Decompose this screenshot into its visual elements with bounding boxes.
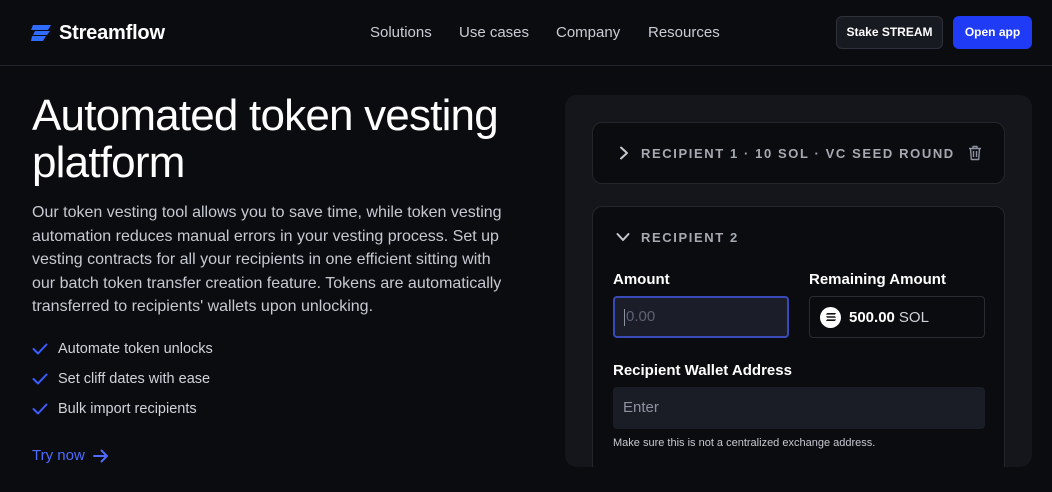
feature-label: Bulk import recipients: [58, 401, 197, 417]
solana-icon: [820, 306, 841, 328]
remaining-amount-unit: SOL: [898, 308, 929, 326]
arrow-right-icon: [92, 449, 108, 462]
try-now-link[interactable]: Try now: [32, 447, 109, 464]
feature-label: Automate token unlocks: [58, 341, 213, 357]
chevron-right-icon[interactable]: [619, 146, 629, 160]
hero-title: Automated token vesting platform: [32, 92, 532, 186]
check-icon: [32, 403, 48, 415]
hero-description: Our token vesting tool allows you to sav…: [32, 204, 502, 315]
hero-title-line1: Automated token vesting: [32, 91, 499, 140]
feature-item: Bulk import recipients: [32, 394, 213, 424]
nav-item-solutions[interactable]: Solutions: [370, 24, 432, 41]
trash-icon[interactable]: [968, 145, 982, 161]
chevron-down-icon[interactable]: [616, 232, 630, 242]
hero-title-line2: platform: [32, 138, 185, 187]
nav-item-company[interactable]: Company: [556, 24, 620, 41]
amount-placeholder: 0.00: [626, 308, 656, 325]
nav-item-resources[interactable]: Resources: [648, 24, 720, 41]
top-nav-bar: Streamflow Solutions Use cases Company R…: [0, 0, 1052, 66]
feature-list: Automate token unlocks Set cliff dates w…: [32, 334, 213, 424]
recipient-1-label: RECIPIENT 1 · 10 SOL · VC SEED ROUND: [641, 146, 955, 161]
remaining-amount-display: 500.00 SOL: [809, 296, 985, 338]
stake-stream-button[interactable]: Stake STREAM: [836, 16, 943, 49]
wallet-address-hint: Make sure this is not a centralized exch…: [613, 437, 876, 449]
recipient-1-card[interactable]: RECIPIENT 1 · 10 SOL · VC SEED ROUND: [592, 122, 1005, 184]
amount-input[interactable]: 0.00: [613, 296, 789, 338]
feature-label: Set cliff dates with ease: [58, 371, 211, 387]
recipient-2-label: RECIPIENT 2: [641, 230, 739, 245]
text-caret: [624, 308, 625, 326]
recipient-2-card: RECIPIENT 2 Amount 0.00 Remaining Amount…: [592, 206, 1005, 467]
remaining-amount-label: Remaining Amount: [809, 271, 946, 288]
nav-item-use-cases[interactable]: Use cases: [459, 24, 529, 41]
check-icon: [32, 343, 48, 355]
open-app-button[interactable]: Open app: [953, 16, 1032, 49]
streamflow-logo-icon: [31, 25, 51, 41]
feature-item: Automate token unlocks: [32, 334, 213, 364]
feature-item: Set cliff dates with ease: [32, 364, 213, 394]
wallet-address-label: Recipient Wallet Address: [613, 362, 792, 379]
logo[interactable]: Streamflow: [31, 21, 165, 45]
logo-text: Streamflow: [59, 21, 165, 44]
vesting-form-panel: RECIPIENT 1 · 10 SOL · VC SEED ROUND REC…: [565, 95, 1032, 467]
amount-label: Amount: [613, 271, 670, 288]
check-icon: [32, 373, 48, 385]
try-now-label: Try now: [32, 447, 85, 464]
wallet-address-input[interactable]: Enter: [613, 387, 985, 429]
remaining-amount-value: 500.00: [849, 308, 895, 326]
